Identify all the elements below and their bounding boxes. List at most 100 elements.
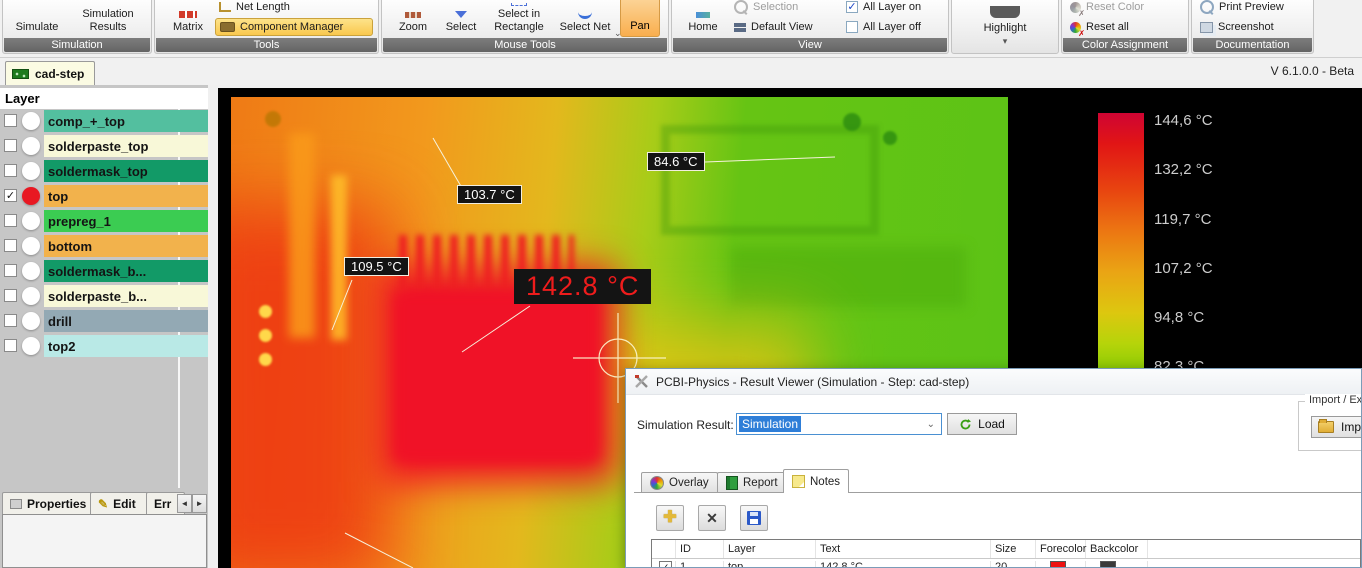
- thermal-trace: [731, 247, 966, 307]
- save-notes-button[interactable]: [740, 505, 768, 531]
- backcolor-swatch[interactable]: [1100, 561, 1116, 568]
- scale-label: 144,6 °C: [1154, 112, 1249, 131]
- combobox-chevron-icon[interactable]: ⌄: [927, 419, 935, 430]
- all-layer-off-button[interactable]: All Layer off: [842, 18, 952, 36]
- layer-row-prepreg-1[interactable]: prepreg_1: [0, 210, 208, 232]
- tab-cad-step[interactable]: cad-step: [5, 61, 95, 85]
- layer-row-bottom[interactable]: bottom: [0, 235, 208, 257]
- reset-color-icon: [1070, 2, 1081, 13]
- add-note-button[interactable]: ✚: [656, 505, 684, 531]
- reset-color-button[interactable]: Reset Color: [1066, 0, 1190, 16]
- column-header-id[interactable]: ID: [676, 540, 724, 558]
- layer-visibility-checkbox[interactable]: [4, 164, 17, 177]
- pan-button[interactable]: Pan: [620, 0, 660, 37]
- default-view-button[interactable]: Default View: [730, 18, 844, 36]
- column-header-text[interactable]: Text: [816, 540, 991, 558]
- layer-row-drill[interactable]: drill: [0, 310, 208, 332]
- select-net-button[interactable]: Select Net: [557, 0, 613, 37]
- simulation-results-button[interactable]: Simulation Results: [69, 0, 147, 37]
- layer-visibility-checkbox[interactable]: ✓: [4, 189, 17, 202]
- column-header-size[interactable]: Size: [991, 540, 1036, 558]
- layer-color-circle[interactable]: [22, 237, 40, 255]
- ribbon-group-highlight: Highlight ▾: [951, 0, 1059, 54]
- load-button-label: Load: [978, 417, 1005, 431]
- load-button[interactable]: Load: [947, 413, 1017, 435]
- tab-notes[interactable]: Notes: [783, 469, 849, 493]
- simulate-button[interactable]: Simulate: [7, 0, 67, 37]
- table-row[interactable]: ✓ 1 top 142.8 °C 20: [652, 559, 1360, 568]
- select-button[interactable]: Select: [439, 0, 483, 37]
- simulation-result-combobox[interactable]: Simulation ⌄: [736, 413, 942, 435]
- simulate-label: Simulate: [16, 21, 59, 34]
- all-layer-on-button[interactable]: ✓ All Layer on: [842, 0, 952, 16]
- ribbon-group-simulation: Simulate Simulation Results Simulation: [2, 0, 152, 54]
- screenshot-icon: [1200, 22, 1213, 33]
- column-header-filler: [1148, 540, 1360, 558]
- row-select-cell[interactable]: ✓: [652, 561, 676, 568]
- layer-color-circle[interactable]: [22, 287, 40, 305]
- temperature-annotation[interactable]: 84.6 °C: [647, 152, 705, 171]
- tab-properties[interactable]: Properties: [2, 492, 104, 514]
- layer-color-circle[interactable]: [22, 262, 40, 280]
- tab-overlay[interactable]: Overlay: [641, 472, 718, 493]
- net-length-button[interactable]: Net Length: [215, 0, 381, 16]
- home-label: Home: [688, 21, 717, 34]
- print-preview-button[interactable]: Print Preview: [1196, 0, 1316, 16]
- zoom-label: Zoom: [399, 21, 427, 34]
- tab-report[interactable]: Report: [717, 472, 787, 493]
- thermal-trace: [661, 125, 879, 235]
- layer-row-solderpaste-bottom[interactable]: solderpaste_b...: [0, 285, 208, 307]
- column-header-forecolor[interactable]: Forecolor: [1036, 540, 1086, 558]
- layer-row-soldermask-top[interactable]: soldermask_top: [0, 160, 208, 182]
- save-icon: [747, 511, 761, 525]
- tab-scroll-left-button[interactable]: ◄: [177, 494, 192, 513]
- layer-color-circle[interactable]: [22, 112, 40, 130]
- temperature-annotation[interactable]: 109.5 °C: [344, 257, 409, 276]
- layer-visibility-checkbox[interactable]: [4, 214, 17, 227]
- layer-name: bottom: [48, 235, 92, 257]
- column-header-layer[interactable]: Layer: [724, 540, 816, 558]
- column-header-backcolor[interactable]: Backcolor: [1086, 540, 1148, 558]
- highlight-button[interactable]: Highlight ▾: [956, 0, 1054, 49]
- layer-row-top2[interactable]: top2: [0, 335, 208, 357]
- tab-scroll-right-button[interactable]: ►: [192, 494, 207, 513]
- layer-row-top[interactable]: ✓ top: [0, 185, 208, 207]
- reset-all-button[interactable]: Reset all: [1066, 18, 1190, 36]
- layer-visibility-checkbox[interactable]: [4, 339, 17, 352]
- temperature-annotation-max[interactable]: 142.8 °C: [514, 269, 651, 304]
- layer-color-circle[interactable]: [22, 137, 40, 155]
- layer-color-circle[interactable]: [22, 337, 40, 355]
- layer-row-solderpaste-top[interactable]: solderpaste_top: [0, 135, 208, 157]
- report-tab-label: Report: [743, 477, 778, 489]
- select-in-rectangle-button[interactable]: Select in Rectangle: [488, 0, 550, 37]
- layer-visibility-checkbox[interactable]: [4, 289, 17, 302]
- cell-filler: [1148, 561, 1360, 568]
- layer-visibility-checkbox[interactable]: [4, 139, 17, 152]
- selection-button[interactable]: Selection: [730, 0, 844, 16]
- screenshot-button[interactable]: Screenshot: [1196, 18, 1316, 36]
- layer-color-circle[interactable]: [22, 312, 40, 330]
- layer-visibility-checkbox[interactable]: [4, 239, 17, 252]
- forecolor-swatch[interactable]: [1050, 561, 1066, 568]
- layer-visibility-checkbox[interactable]: [4, 314, 17, 327]
- layer-visibility-checkbox[interactable]: [4, 264, 17, 277]
- matrix-label: Matrix: [173, 21, 203, 34]
- zoom-button[interactable]: Zoom: [390, 0, 436, 37]
- layer-row-soldermask-bottom[interactable]: soldermask_b...: [0, 260, 208, 282]
- tab-strip-divider: [634, 492, 1361, 493]
- component-manager-button[interactable]: Component Manager: [215, 18, 373, 36]
- home-button[interactable]: Home: [679, 0, 727, 37]
- temperature-annotation[interactable]: 103.7 °C: [457, 185, 522, 204]
- edit-pencil-icon: ✎: [98, 498, 108, 510]
- layer-visibility-checkbox[interactable]: [4, 114, 17, 127]
- matrix-button[interactable]: Matrix: [163, 0, 213, 37]
- dialog-title-bar[interactable]: PCBI-Physics - Result Viewer (Simulation…: [626, 369, 1361, 395]
- layer-row-comp-top[interactable]: comp_+_top: [0, 110, 208, 132]
- layer-color-circle[interactable]: [22, 212, 40, 230]
- import-export-group-label: Import / Ex: [1305, 394, 1362, 406]
- layer-color-circle[interactable]: [22, 187, 40, 205]
- import-button[interactable]: Imp: [1311, 416, 1362, 438]
- delete-note-button[interactable]: ✕: [698, 505, 726, 531]
- row-checkbox[interactable]: ✓: [659, 561, 672, 568]
- layer-color-circle[interactable]: [22, 162, 40, 180]
